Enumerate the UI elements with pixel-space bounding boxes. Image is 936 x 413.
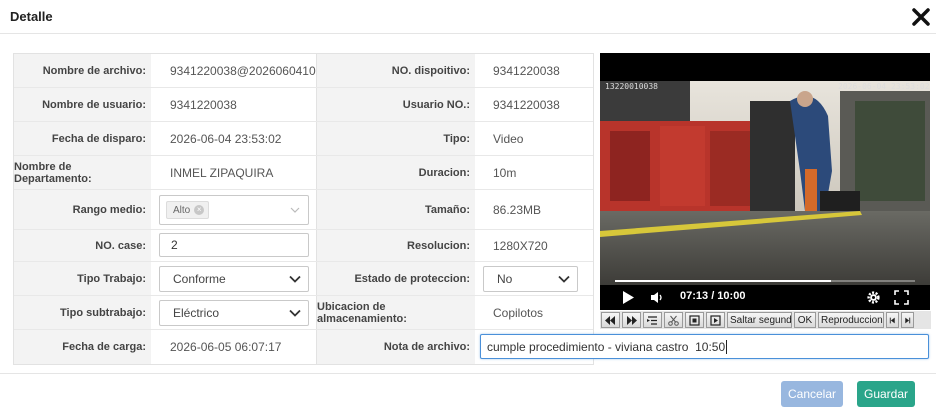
square-frame-icon — [689, 314, 700, 326]
rewind-icon — [605, 315, 615, 325]
department-value: INMEL ZIPAQUIRA — [170, 165, 274, 180]
cancel-button[interactable]: Cancelar — [781, 381, 843, 407]
player-toolbar: Saltar segundo OK Reproduccion — [600, 311, 931, 329]
range-tag: Alto × — [166, 201, 210, 219]
volume-icon[interactable] — [650, 291, 664, 304]
resolution-value: 1280X720 — [493, 238, 548, 253]
list-button[interactable] — [643, 312, 662, 328]
protection-status-label: Estado de proteccion: — [317, 262, 475, 295]
form-row: Tipo Trabajo: Conforme Estado de protecc… — [14, 262, 593, 296]
form-row: Nombre de archivo: 9341220038@2026060410… — [14, 54, 593, 88]
video-time: 07:13 / 10:00 — [680, 290, 746, 302]
form-row: Rango medio: Alto × Tamaño: 86.23MB — [14, 190, 593, 230]
protection-status-select[interactable]: No — [483, 266, 578, 292]
fast-forward-button[interactable] — [622, 312, 641, 328]
form-row: NO. case: 2 Resolucion: 1280X720 — [14, 230, 593, 262]
prev-frame-button[interactable] — [886, 312, 899, 328]
fullscreen-icon[interactable] — [894, 290, 909, 305]
save-button[interactable]: Guardar — [857, 381, 915, 407]
work-subtype-value: Eléctrico — [173, 306, 220, 320]
chevron-down-icon — [289, 309, 301, 317]
dialog-header: Detalle — [0, 0, 936, 34]
skip-forward-icon — [905, 317, 911, 323]
ok-button[interactable]: OK — [794, 312, 816, 328]
video-frame — [600, 81, 930, 285]
username-value: 9341220038 — [170, 97, 237, 112]
duration-value: 10m — [493, 165, 517, 180]
file-note-input[interactable]: cumple procedimiento - viviana castro 10… — [480, 334, 929, 359]
filename-label: Nombre de archivo: — [14, 54, 151, 87]
step-button[interactable] — [706, 312, 725, 328]
type-value: Video — [493, 131, 524, 146]
play-icon[interactable] — [622, 291, 634, 304]
case-number-label: NO. case: — [14, 230, 151, 261]
trigger-date-value: 2026-06-04 23:53:02 — [170, 131, 282, 146]
detail-form: Nombre de archivo: 9341220038@2026060410… — [13, 53, 594, 365]
video-osd-timestamp: 2026-06-04 23:53:02 — [838, 82, 930, 91]
settings-gear-icon[interactable] — [866, 290, 881, 305]
chevron-down-icon — [289, 275, 301, 283]
work-type-select[interactable]: Conforme — [159, 266, 309, 292]
type-label: Tipo: — [317, 122, 475, 155]
range-tag-label: Alto — [173, 204, 191, 216]
work-subtype-label: Tipo subtrabajo: — [14, 296, 151, 329]
skip-seconds-input[interactable]: Saltar segundo — [727, 312, 792, 328]
work-type-value: Conforme — [173, 272, 226, 286]
form-row: Nombre de usuario: 9341220038 Usuario NO… — [14, 88, 593, 122]
filename-value: 9341220038@2026060410 — [170, 63, 316, 78]
department-label: Nombre de Departamento: — [14, 156, 151, 189]
video-progress-fill — [615, 280, 831, 282]
video-osd-id: 13220010038 — [605, 82, 658, 91]
rewind-button[interactable] — [601, 312, 620, 328]
playback-rate-select[interactable]: Reproduccion — [818, 312, 884, 328]
file-note-label: Nota de archivo: — [317, 330, 475, 364]
file-note-text: cumple procedimiento - viviana castro 10… — [487, 339, 726, 354]
video-player[interactable]: 13220010038 2026-06-04 23:53:02 07:13 / … — [600, 53, 930, 310]
cut-button[interactable] — [664, 312, 683, 328]
user-number-value: 9341220038 — [493, 97, 560, 112]
dialog-title: Detalle — [10, 9, 53, 24]
duration-label: Duracion: — [317, 156, 475, 189]
trigger-date-label: Fecha de disparo: — [14, 122, 151, 155]
device-number-value: 9341220038 — [493, 63, 560, 78]
upload-date-value: 2026-06-05 06:07:17 — [170, 340, 282, 354]
storage-location-value: Copilotos — [493, 305, 544, 320]
chevron-down-icon — [558, 275, 570, 283]
upload-date-label: Fecha de carga: — [14, 330, 151, 364]
list-icon — [647, 315, 657, 325]
work-type-label: Tipo Trabajo: — [14, 262, 151, 295]
user-number-label: Usuario NO.: — [317, 88, 475, 121]
tag-remove-icon[interactable]: × — [194, 205, 205, 215]
video-progress-bar[interactable] — [615, 280, 915, 282]
skip-back-icon — [889, 317, 895, 323]
case-number-input[interactable]: 2 — [159, 233, 309, 257]
work-subtype-select[interactable]: Eléctrico — [159, 300, 309, 326]
text-caret — [726, 339, 728, 354]
next-frame-button[interactable] — [901, 312, 914, 328]
footer-divider — [0, 373, 936, 374]
storage-location-label: Ubicacion de almacenamiento: — [317, 296, 475, 329]
size-label: Tamaño: — [317, 190, 475, 229]
chevron-down-icon — [290, 207, 300, 213]
range-multiselect[interactable]: Alto × — [159, 195, 309, 225]
resolution-label: Resolucion: — [317, 230, 475, 261]
form-row: Nombre de Departamento: INMEL ZIPAQUIRA … — [14, 156, 593, 190]
scissors-icon — [668, 315, 679, 326]
range-label: Rango medio: — [14, 190, 151, 229]
close-icon[interactable] — [910, 6, 932, 28]
form-row: Fecha de disparo: 2026-06-04 23:53:02 Ti… — [14, 122, 593, 156]
video-controls: 07:13 / 10:00 — [600, 273, 930, 310]
username-label: Nombre de usuario: — [14, 88, 151, 121]
protection-status-value: No — [497, 272, 513, 286]
fast-forward-icon — [627, 315, 637, 325]
snapshot-button[interactable] — [685, 312, 704, 328]
device-number-label: NO. dispoitivo: — [317, 54, 475, 87]
form-row: Tipo subtrabajo: Eléctrico Ubicacion de … — [14, 296, 593, 330]
size-value: 86.23MB — [493, 202, 542, 217]
step-play-icon — [710, 314, 721, 326]
